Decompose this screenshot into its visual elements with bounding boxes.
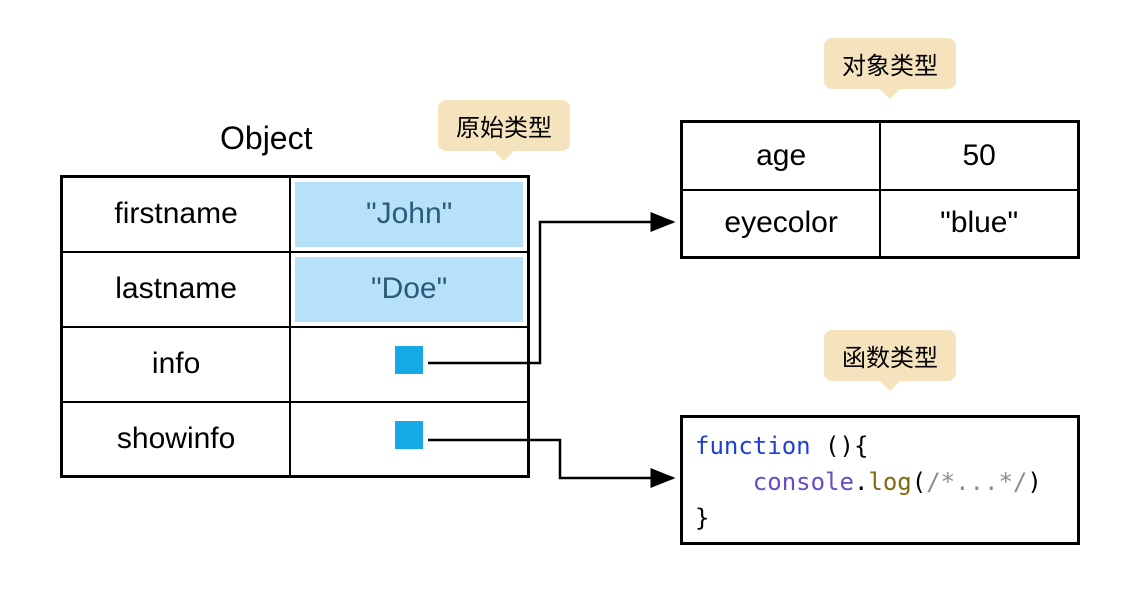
function-code-block: function (){ console.log(/*...*/) } <box>680 415 1080 545</box>
prop-val <box>290 327 528 402</box>
prop-val <box>290 402 528 477</box>
code-text: ) <box>1027 468 1041 496</box>
code-text: } <box>695 504 709 532</box>
object-type-label: 对象类型 <box>824 38 956 89</box>
table-row: lastname "Doe" <box>62 252 529 327</box>
prop-key: age <box>682 122 881 190</box>
code-text: ( <box>912 468 926 496</box>
code-comment: /*...*/ <box>926 468 1027 496</box>
referenced-object-table: age 50 eyecolor "blue" <box>680 120 1080 259</box>
prop-key: showinfo <box>62 402 291 477</box>
code-method: log <box>868 468 911 496</box>
table-row: eyecolor "blue" <box>682 190 1079 258</box>
code-text: . <box>854 468 868 496</box>
table-row: age 50 <box>682 122 1079 190</box>
prop-val: "John" <box>290 177 528 252</box>
primitive-value: "John" <box>295 182 523 247</box>
prop-key: eyecolor <box>682 190 881 258</box>
prop-key: info <box>62 327 291 402</box>
code-text: (){ <box>811 432 869 460</box>
prop-key: lastname <box>62 252 291 327</box>
function-type-label: 函数类型 <box>824 330 956 381</box>
object-title: Object <box>220 120 312 157</box>
table-row: firstname "John" <box>62 177 529 252</box>
code-object: console <box>753 468 854 496</box>
reference-icon <box>395 421 423 449</box>
object-table: firstname "John" lastname "Doe" info sho… <box>60 175 530 478</box>
reference-icon <box>395 346 423 374</box>
table-row: showinfo <box>62 402 529 477</box>
primitive-type-label: 原始类型 <box>438 100 570 151</box>
primitive-value: "Doe" <box>295 257 523 322</box>
prop-val: "blue" <box>880 190 1078 258</box>
prop-key: firstname <box>62 177 291 252</box>
code-indent <box>695 468 753 496</box>
code-keyword: function <box>695 432 811 460</box>
prop-val: "Doe" <box>290 252 528 327</box>
prop-val: 50 <box>880 122 1078 190</box>
table-row: info <box>62 327 529 402</box>
